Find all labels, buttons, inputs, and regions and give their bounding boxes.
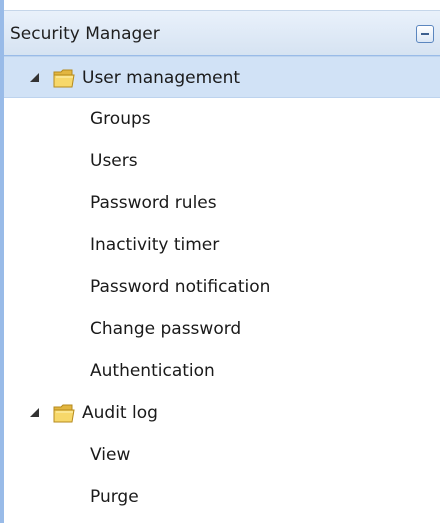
tree-item-authentication[interactable]: Authentication xyxy=(4,350,440,392)
tree-item-purge[interactable]: Purge xyxy=(4,476,440,518)
tree-item-label: View xyxy=(90,445,131,465)
panel-header: Security Manager xyxy=(4,10,440,56)
tree-item-password-rules[interactable]: Password rules xyxy=(4,182,440,224)
security-manager-panel: Security Manager User management Groups … xyxy=(0,0,440,523)
collapse-icon[interactable] xyxy=(416,25,434,43)
tree-item-label: Authentication xyxy=(90,361,215,381)
folder-label: Audit log xyxy=(82,403,158,423)
tree-item-inactivity-timer[interactable]: Inactivity timer xyxy=(4,224,440,266)
tree-item-change-password[interactable]: Change password xyxy=(4,308,440,350)
tree-folder-user-management[interactable]: User management xyxy=(4,56,440,98)
tree-item-label: Users xyxy=(90,151,138,171)
tree-folder-audit-log[interactable]: Audit log xyxy=(4,392,440,434)
tree-item-label: Change password xyxy=(90,319,242,339)
folder-label: User management xyxy=(82,68,241,88)
folder-icon xyxy=(53,69,75,88)
tree-item-groups[interactable]: Groups xyxy=(4,98,440,140)
tree-item-password-notification[interactable]: Password notification xyxy=(4,266,440,308)
tree-item-label: Password notification xyxy=(90,277,271,297)
tree-item-label: Groups xyxy=(90,109,151,129)
security-tree: User management Groups Users Password ru… xyxy=(4,56,440,518)
tree-item-label: Password rules xyxy=(90,193,217,213)
tree-item-view[interactable]: View xyxy=(4,434,440,476)
tree-item-label: Purge xyxy=(90,487,139,507)
folder-icon xyxy=(53,404,75,423)
expand-arrow-icon[interactable] xyxy=(30,73,39,82)
expand-arrow-icon[interactable] xyxy=(30,408,39,417)
panel-title: Security Manager xyxy=(10,24,160,44)
tree-item-users[interactable]: Users xyxy=(4,140,440,182)
tree-item-label: Inactivity timer xyxy=(90,235,220,255)
